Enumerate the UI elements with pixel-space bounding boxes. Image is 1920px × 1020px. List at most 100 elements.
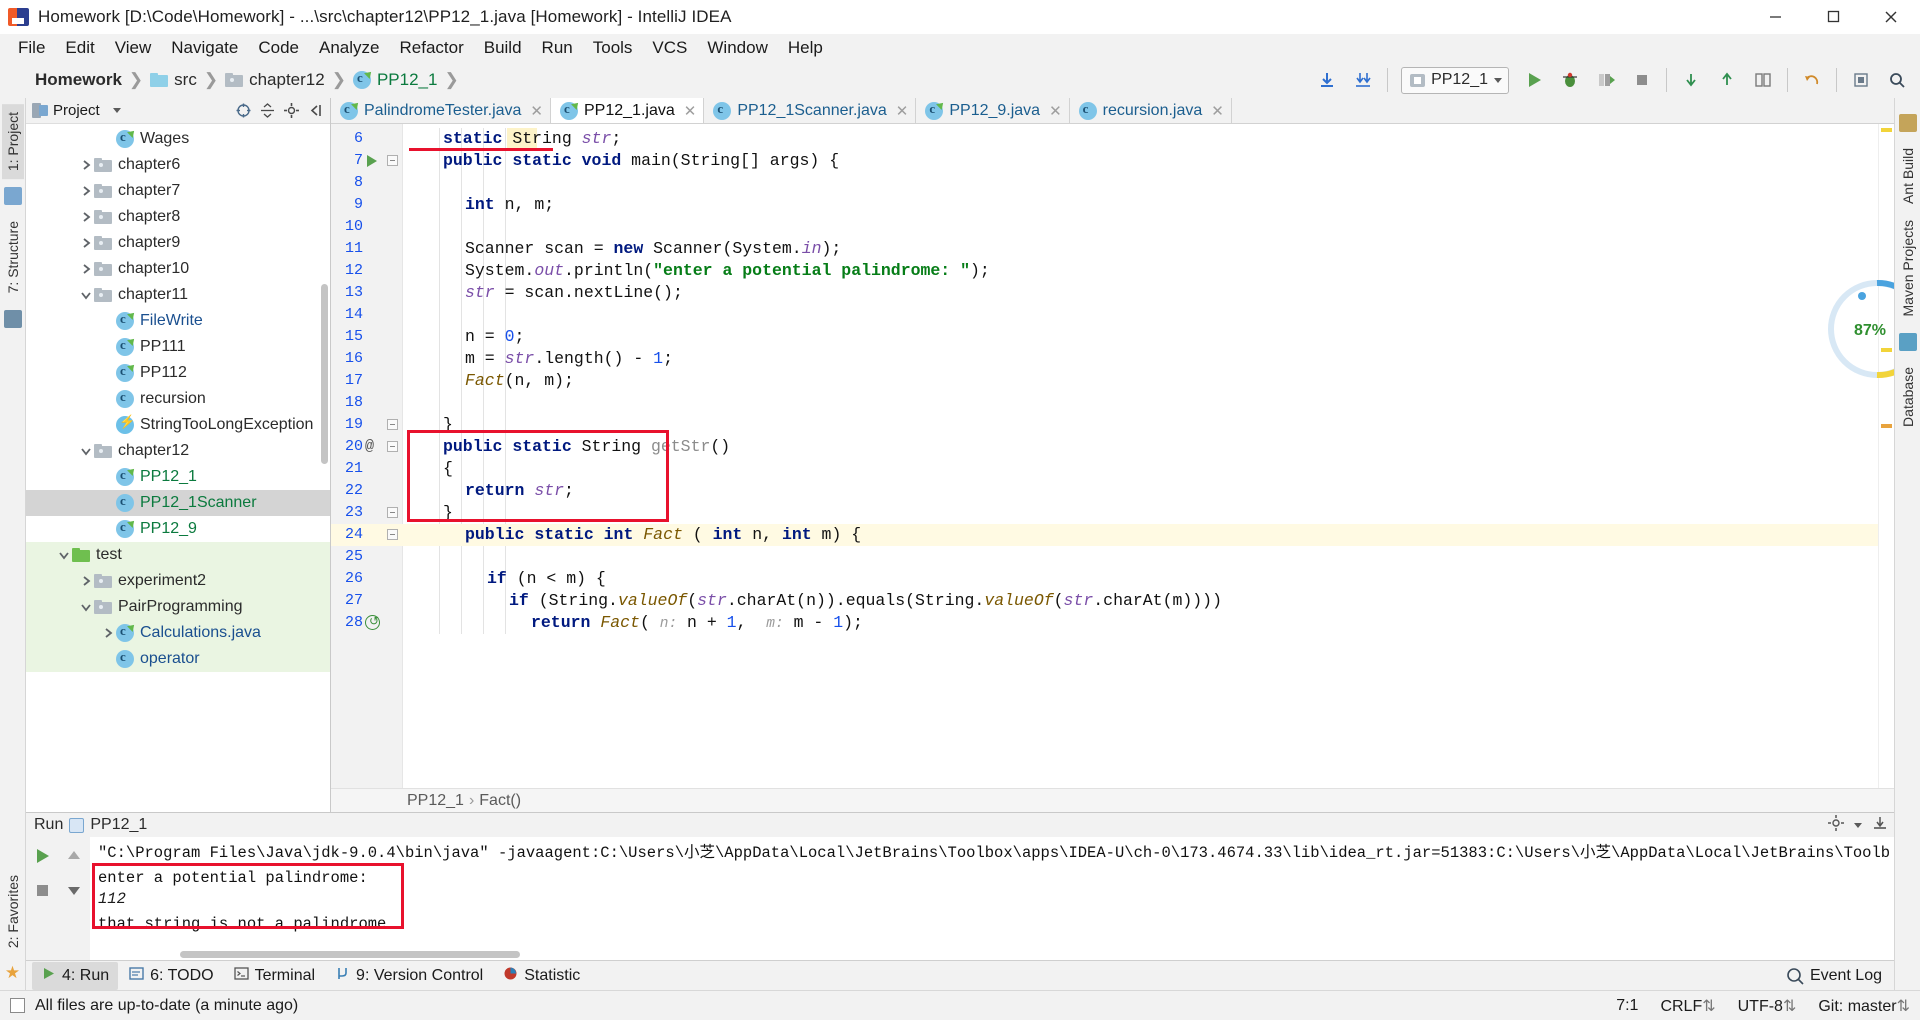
line-separator[interactable]: CRLF⇅ bbox=[1660, 996, 1715, 1016]
gutter-line-17[interactable]: 17 bbox=[331, 370, 403, 392]
tree-item-chapter8[interactable]: chapter8 bbox=[26, 204, 330, 230]
tree-item-wages[interactable]: Wages bbox=[26, 126, 330, 152]
editor-tab-pp12_1-java[interactable]: PP12_1.java ✕ bbox=[551, 98, 705, 123]
tree-item-chapter12[interactable]: chapter12 bbox=[26, 438, 330, 464]
scroll-down-button[interactable] bbox=[58, 875, 90, 905]
vcs-diff-icon[interactable] bbox=[1746, 65, 1780, 95]
file-encoding[interactable]: UTF-8⇅ bbox=[1738, 996, 1797, 1016]
tree-item-pp12-1scanner[interactable]: PP12_1Scanner bbox=[26, 490, 330, 516]
tree-expand-arrow[interactable] bbox=[78, 261, 94, 277]
undo-icon[interactable] bbox=[1795, 65, 1829, 95]
menu-vcs[interactable]: VCS bbox=[642, 35, 697, 61]
search-icon[interactable] bbox=[1880, 65, 1914, 95]
gutter-line-25[interactable]: 25 bbox=[331, 546, 403, 568]
editor-tab-close-icon[interactable]: ✕ bbox=[896, 102, 909, 120]
tree-item-chapter11[interactable]: chapter11 bbox=[26, 282, 330, 308]
menu-help[interactable]: Help bbox=[778, 35, 833, 61]
editor-tab-close-icon[interactable]: ✕ bbox=[684, 102, 697, 120]
gutter-fold-toggle[interactable] bbox=[387, 529, 398, 540]
stop-button[interactable] bbox=[26, 875, 58, 905]
settings-icon[interactable] bbox=[1844, 65, 1878, 95]
run-button[interactable] bbox=[1517, 65, 1551, 95]
gutter-line-11[interactable]: 11 bbox=[331, 238, 403, 260]
breadcrumb-pp12-1[interactable]: PP12_1 bbox=[351, 68, 440, 92]
editor-tab-close-icon[interactable]: ✕ bbox=[530, 102, 543, 120]
gutter-line-10[interactable]: 10 bbox=[331, 216, 403, 238]
tree-item-pp12-1[interactable]: PP12_1 bbox=[26, 464, 330, 490]
tree-expand-arrow[interactable] bbox=[78, 157, 94, 173]
breadcrumb-homework[interactable]: Homework bbox=[10, 68, 124, 92]
tree-expand-arrow[interactable] bbox=[78, 209, 94, 225]
run-panel-config-name[interactable]: PP12_1 bbox=[90, 816, 147, 834]
tree-item-recursion[interactable]: recursion bbox=[26, 386, 330, 412]
editor-tab-close-icon[interactable]: ✕ bbox=[1211, 102, 1224, 120]
sidebar-item-favorites[interactable]: 2: Favorites bbox=[2, 867, 24, 956]
sidebar-item-database[interactable]: Database bbox=[1897, 359, 1919, 435]
web-icon[interactable] bbox=[3, 187, 22, 206]
settings-icon[interactable] bbox=[1828, 814, 1844, 836]
tree-item-operator[interactable]: operator bbox=[26, 646, 330, 672]
gutter-line-18[interactable]: 18 bbox=[331, 392, 403, 414]
bottom-tab-9-version-control[interactable]: 9: Version Control bbox=[326, 962, 492, 990]
tree-item-pp111[interactable]: PP111 bbox=[26, 334, 330, 360]
bottom-tab-6-todo[interactable]: 6: TODO bbox=[120, 962, 222, 990]
tree-item-chapter9[interactable]: chapter9 bbox=[26, 230, 330, 256]
menu-edit[interactable]: Edit bbox=[55, 35, 104, 61]
run-configuration-selector[interactable]: PP12_1 bbox=[1401, 66, 1509, 94]
star-icon[interactable]: ★ bbox=[4, 964, 22, 982]
vcs-commit-icon[interactable] bbox=[1710, 65, 1744, 95]
editor-tab-pp12_1scanner-java[interactable]: PP12_1Scanner.java ✕ bbox=[704, 98, 917, 123]
hide-panel-icon[interactable] bbox=[307, 102, 324, 119]
tree-expand-arrow[interactable] bbox=[78, 183, 94, 199]
close-button[interactable] bbox=[1862, 0, 1920, 34]
maximize-button[interactable] bbox=[1804, 0, 1862, 34]
run-with-coverage-button[interactable] bbox=[1589, 65, 1623, 95]
collapse-all-icon[interactable] bbox=[259, 102, 276, 119]
sidebar-item-ant-build[interactable]: Ant Build bbox=[1897, 140, 1919, 212]
sidebar-item-structure[interactable]: 7: Structure bbox=[2, 213, 24, 301]
tree-item-experiment2[interactable]: experiment2 bbox=[26, 568, 330, 594]
menu-build[interactable]: Build bbox=[474, 35, 532, 61]
gutter-line-14[interactable]: 14 bbox=[331, 304, 403, 326]
gutter-line-13[interactable]: 13 bbox=[331, 282, 403, 304]
tree-expand-arrow[interactable] bbox=[78, 573, 94, 589]
menu-refactor[interactable]: Refactor bbox=[389, 35, 473, 61]
menu-view[interactable]: View bbox=[105, 35, 162, 61]
sidebar-item-maven-projects[interactable]: Maven Projects bbox=[1897, 212, 1919, 324]
breadcrumb-method[interactable]: Fact() bbox=[479, 792, 521, 810]
gutter-fold-toggle[interactable] bbox=[387, 155, 398, 166]
bottom-tab-statistic[interactable]: Statistic bbox=[494, 962, 589, 990]
tree-item-chapter6[interactable]: chapter6 bbox=[26, 152, 330, 178]
editor-tab-bar[interactable]: PalindromeTester.java✕PP12_1.java✕PP12_1… bbox=[331, 98, 1894, 124]
rerun-button[interactable] bbox=[26, 841, 58, 871]
console-horizontal-scrollbar[interactable] bbox=[180, 951, 520, 958]
editor-tab-recursion-java[interactable]: recursion.java ✕ bbox=[1070, 98, 1232, 123]
gutter-fold-toggle[interactable] bbox=[387, 441, 398, 452]
gutter-line-27[interactable]: 27 bbox=[331, 590, 403, 612]
menu-tools[interactable]: Tools bbox=[583, 35, 643, 61]
tree-expand-arrow[interactable] bbox=[78, 599, 94, 615]
bottom-tab-terminal[interactable]: Terminal bbox=[225, 962, 324, 990]
menu-window[interactable]: Window bbox=[697, 35, 777, 61]
breadcrumb-src[interactable]: src bbox=[148, 68, 199, 92]
bottom-tab-4-run[interactable]: 4: Run bbox=[32, 961, 119, 990]
tree-expand-arrow[interactable] bbox=[78, 235, 94, 251]
tree-item-chapter10[interactable]: chapter10 bbox=[26, 256, 330, 282]
gutter-line-8[interactable]: 8 bbox=[331, 172, 403, 194]
gutter-line-22[interactable]: 22 bbox=[331, 480, 403, 502]
caret-position[interactable]: 7:1 bbox=[1616, 997, 1638, 1015]
gutter-fold-toggle[interactable] bbox=[387, 507, 398, 518]
tree-item-chapter7[interactable]: chapter7 bbox=[26, 178, 330, 204]
menu-navigate[interactable]: Navigate bbox=[161, 35, 248, 61]
tree-item-filewrite[interactable]: FileWrite bbox=[26, 308, 330, 334]
gutter-line-15[interactable]: 15 bbox=[331, 326, 403, 348]
tree-item-pp12-9[interactable]: PP12_9 bbox=[26, 516, 330, 542]
menu-file[interactable]: File bbox=[8, 35, 55, 61]
editor-tab-palindrometester-java[interactable]: PalindromeTester.java ✕ bbox=[331, 98, 551, 123]
chevron-down-icon[interactable] bbox=[112, 108, 121, 113]
gutter-line-26[interactable]: 26 bbox=[331, 568, 403, 590]
project-tree[interactable]: Wages chapter6 chapter7 chapter8 chapter9 cha… bbox=[26, 124, 330, 812]
menu-run[interactable]: Run bbox=[532, 35, 583, 61]
bottom-tool-tabs[interactable]: 4: Run 6: TODO Terminal 9: Version Control S… bbox=[26, 960, 1894, 990]
tree-expand-arrow[interactable] bbox=[78, 287, 94, 303]
